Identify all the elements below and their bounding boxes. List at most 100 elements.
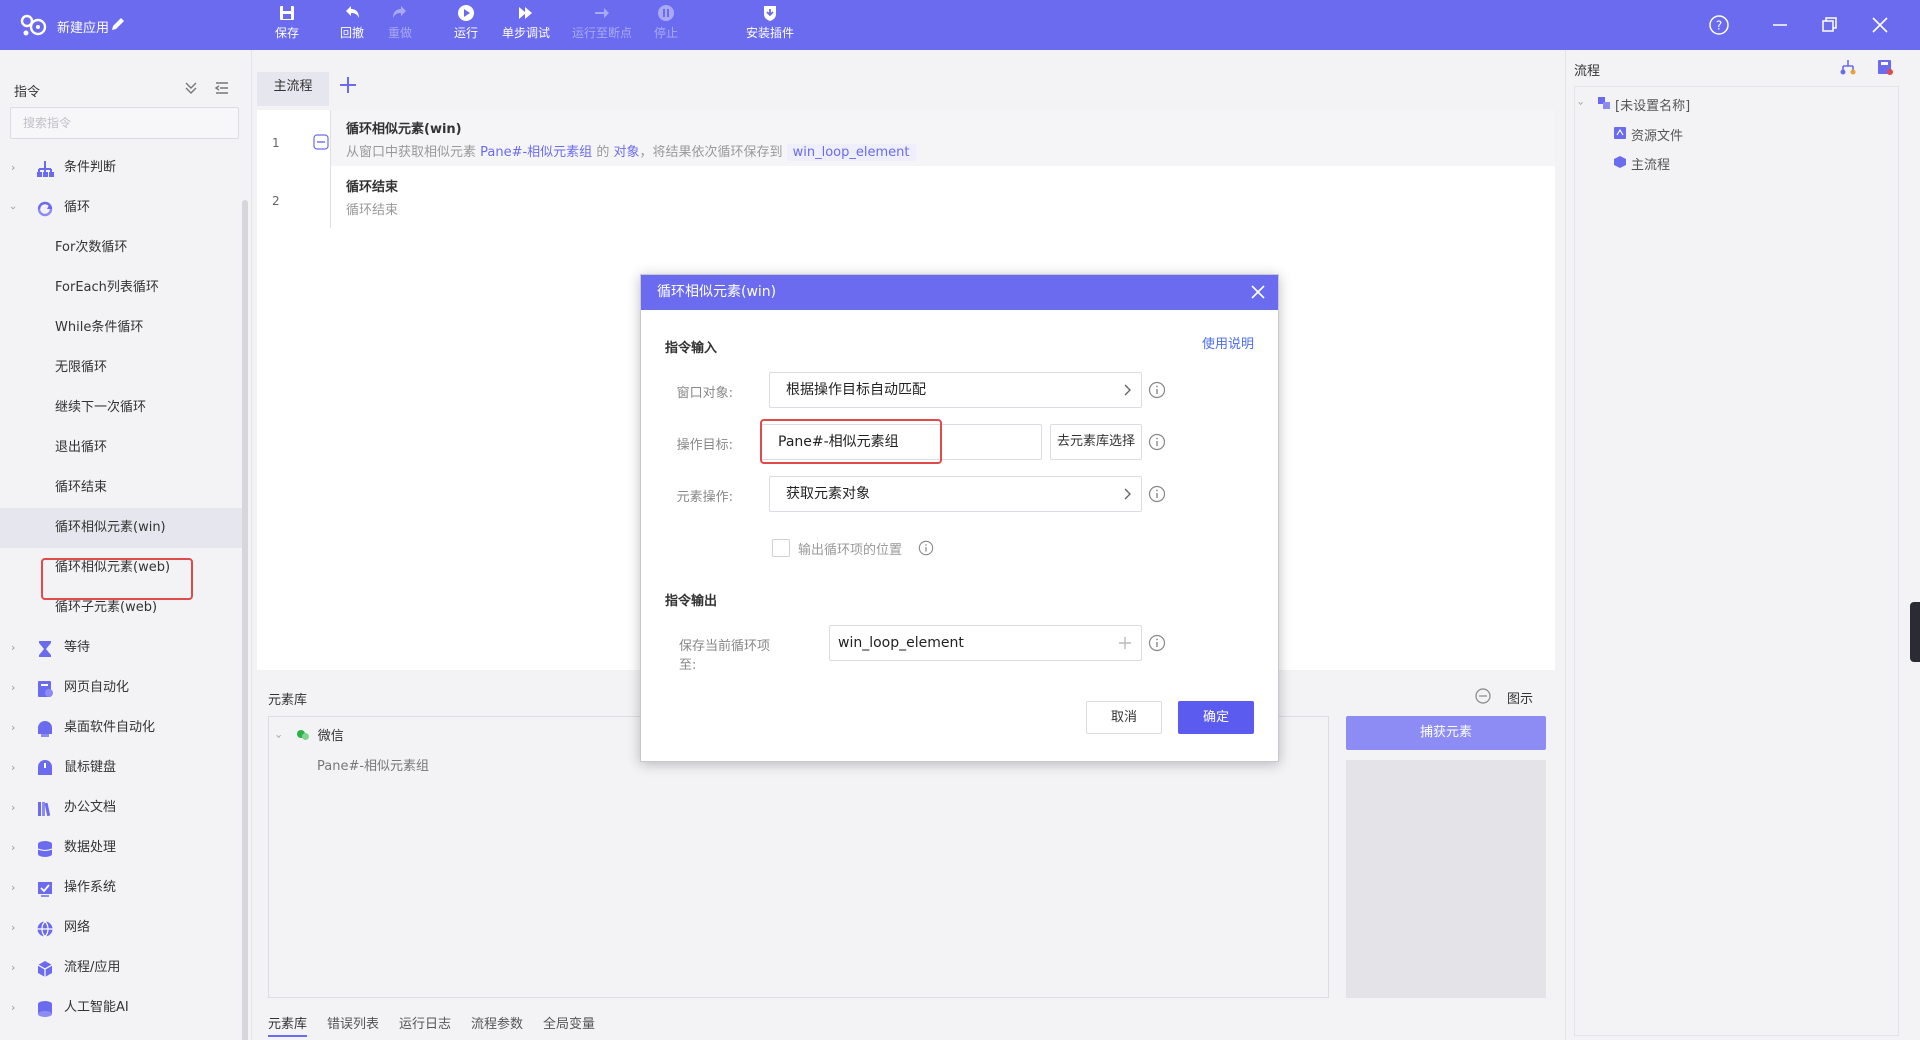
tab-flow-params[interactable]: 流程参数	[471, 1013, 523, 1032]
tree-item-web-automation[interactable]: › 网页自动化	[0, 668, 244, 708]
tree-item-mouse-keyboard[interactable]: › 鼠标键盘	[0, 748, 244, 788]
flow-root-node[interactable]: [未设置名称]	[1598, 95, 1690, 114]
tree-item-label: 数据处理	[64, 840, 117, 855]
choose-from-library-button[interactable]: 去元素库选择	[1050, 424, 1142, 460]
tree-item-network[interactable]: › 网络	[0, 908, 244, 948]
chevron-down-icon: ›	[1574, 101, 1588, 106]
info-icon[interactable]	[1148, 634, 1166, 652]
stop-button[interactable]: 停止	[652, 4, 680, 46]
redo-button[interactable]: 重做	[385, 4, 415, 46]
desc-variable-chip[interactable]: win_loop_element	[786, 144, 916, 161]
tree-item-wait[interactable]: › 等待	[0, 628, 244, 668]
desc-object[interactable]: 对象	[613, 145, 639, 160]
tree-item-while-loop[interactable]: While条件循环	[0, 308, 244, 348]
help-link[interactable]: 使用说明	[1202, 333, 1254, 352]
chevron-right-icon: ›	[11, 681, 16, 694]
chevron-right-icon: ›	[11, 841, 16, 854]
output-position-label: 输出循环项的位置	[798, 543, 903, 558]
flow-node-label: 资源文件	[1631, 129, 1684, 144]
tab-element-library[interactable]: 元素库	[268, 1013, 308, 1037]
tree-item-process-app[interactable]: › 流程/应用	[0, 948, 244, 988]
tree-item-end-loop[interactable]: 循环结束	[0, 468, 244, 508]
collapse-all-icon[interactable]	[183, 80, 199, 96]
window-object-select[interactable]: 根据操作目标自动匹配	[769, 372, 1142, 408]
save-button[interactable]: 保存	[272, 4, 302, 46]
help-icon[interactable]: ?	[1707, 13, 1731, 37]
chevron-right-icon: ›	[11, 961, 16, 974]
undo-button[interactable]: 回撤	[337, 4, 367, 46]
library-group-wechat[interactable]: › 微信	[273, 725, 344, 744]
save-icon	[280, 6, 294, 20]
close-window-icon[interactable]	[1868, 13, 1892, 37]
tree-item-ai[interactable]: › 人工智能AI	[0, 988, 244, 1028]
run-button[interactable]: 运行	[451, 4, 481, 46]
commands-title: 指令	[14, 85, 41, 100]
cancel-button[interactable]: 取消	[1086, 701, 1162, 734]
tree-item-os[interactable]: › 操作系统	[0, 868, 244, 908]
tree-item-break-loop[interactable]: 退出循环	[0, 428, 244, 468]
side-dock-handle[interactable]	[1910, 602, 1920, 662]
restore-icon[interactable]	[1818, 13, 1842, 37]
tab-global-vars[interactable]: 全局变量	[543, 1013, 595, 1032]
pencil-icon[interactable]	[110, 16, 126, 32]
save-item-input[interactable]: win_loop_element	[829, 625, 1142, 661]
tree-item-desktop-automation[interactable]: › 桌面软件自动化	[0, 708, 244, 748]
minimize-icon[interactable]	[1768, 13, 1792, 37]
tree-item-data-processing[interactable]: › 数据处理	[0, 828, 244, 868]
flow-tree: › [未设置名称] 资源文件 主流程	[1574, 86, 1899, 1036]
tree-item-loop[interactable]: › 循环	[0, 188, 244, 228]
tree-item-condition[interactable]: › 条件判断	[0, 148, 244, 188]
app-logo-icon	[20, 14, 47, 36]
element-operation-value: 获取元素对象	[786, 486, 870, 502]
output-section-title: 指令输出	[665, 594, 718, 609]
install-plugin-button[interactable]: 安装插件	[744, 4, 796, 46]
diagram-toggle[interactable]: 图示	[1507, 688, 1533, 707]
info-icon[interactable]	[918, 540, 934, 556]
flow-node-resources[interactable]: 资源文件	[1614, 125, 1684, 144]
collapse-minus-icon[interactable]	[313, 134, 329, 150]
tree-item-infinite-loop[interactable]: 无限循环	[0, 348, 244, 388]
step-debug-button[interactable]: 单步调试	[500, 4, 552, 46]
tree-item-foreach-loop[interactable]: ForEach列表循环	[0, 268, 244, 308]
tree-item-label: For次数循环	[55, 240, 128, 255]
save-flow-icon[interactable]	[1876, 58, 1894, 76]
minus-circle-icon[interactable]	[1475, 688, 1491, 704]
chevron-right-icon: ›	[11, 161, 16, 174]
tab-error-list[interactable]: 错误列表	[327, 1013, 379, 1032]
scrollbar[interactable]	[242, 200, 248, 1040]
desc-target[interactable]: Pane#-相似元素组	[480, 145, 592, 160]
info-icon[interactable]	[1148, 485, 1166, 503]
info-icon[interactable]	[1148, 433, 1166, 451]
desktop-icon	[38, 721, 52, 737]
confirm-button[interactable]: 确定	[1178, 701, 1254, 734]
plus-icon[interactable]	[1117, 635, 1133, 651]
library-element-item[interactable]: Pane#-相似元素组	[317, 755, 429, 774]
close-icon[interactable]	[1248, 282, 1268, 302]
add-flow-icon[interactable]	[1839, 58, 1857, 76]
command-search-input[interactable]: 搜索指令	[10, 107, 239, 139]
panel-toggle-icon[interactable]	[214, 80, 230, 96]
chevron-down-icon: ›	[7, 205, 21, 211]
tab-run-log[interactable]: 运行日志	[399, 1013, 451, 1032]
info-icon[interactable]	[1148, 381, 1166, 399]
line-number: 1	[272, 136, 280, 150]
element-operation-select[interactable]: 获取元素对象	[769, 476, 1142, 512]
condition-icon	[37, 161, 54, 177]
tab-main-flow[interactable]: 主流程	[257, 72, 329, 106]
add-tab-icon[interactable]	[337, 74, 359, 96]
output-position-checkbox[interactable]	[772, 539, 790, 557]
tree-item-loop-similar-win[interactable]: 循环相似元素(win)	[0, 508, 244, 548]
undo-icon	[346, 6, 359, 18]
capture-element-button[interactable]: 捕获元素	[1346, 716, 1546, 750]
tree-item-continue-loop[interactable]: 继续下一次循环	[0, 388, 244, 428]
flow-node-main[interactable]: 主流程	[1614, 154, 1670, 173]
redo-icon	[393, 6, 406, 18]
tree-item-office-docs[interactable]: › 办公文档	[0, 788, 244, 828]
tree-item-for-loop[interactable]: For次数循环	[0, 228, 244, 268]
save-label: 保存	[274, 26, 299, 40]
tree-item-label: 人工智能AI	[64, 1000, 129, 1015]
run-to-breakpoint-button[interactable]: 运行至断点	[570, 4, 634, 46]
step-description: 从窗口中获取相似元素 Pane#-相似元素组 的 对象，将结果依次循环保存到 w…	[346, 141, 916, 161]
library-group-label: 微信	[317, 729, 344, 744]
step-description: 循环结束	[346, 203, 399, 218]
